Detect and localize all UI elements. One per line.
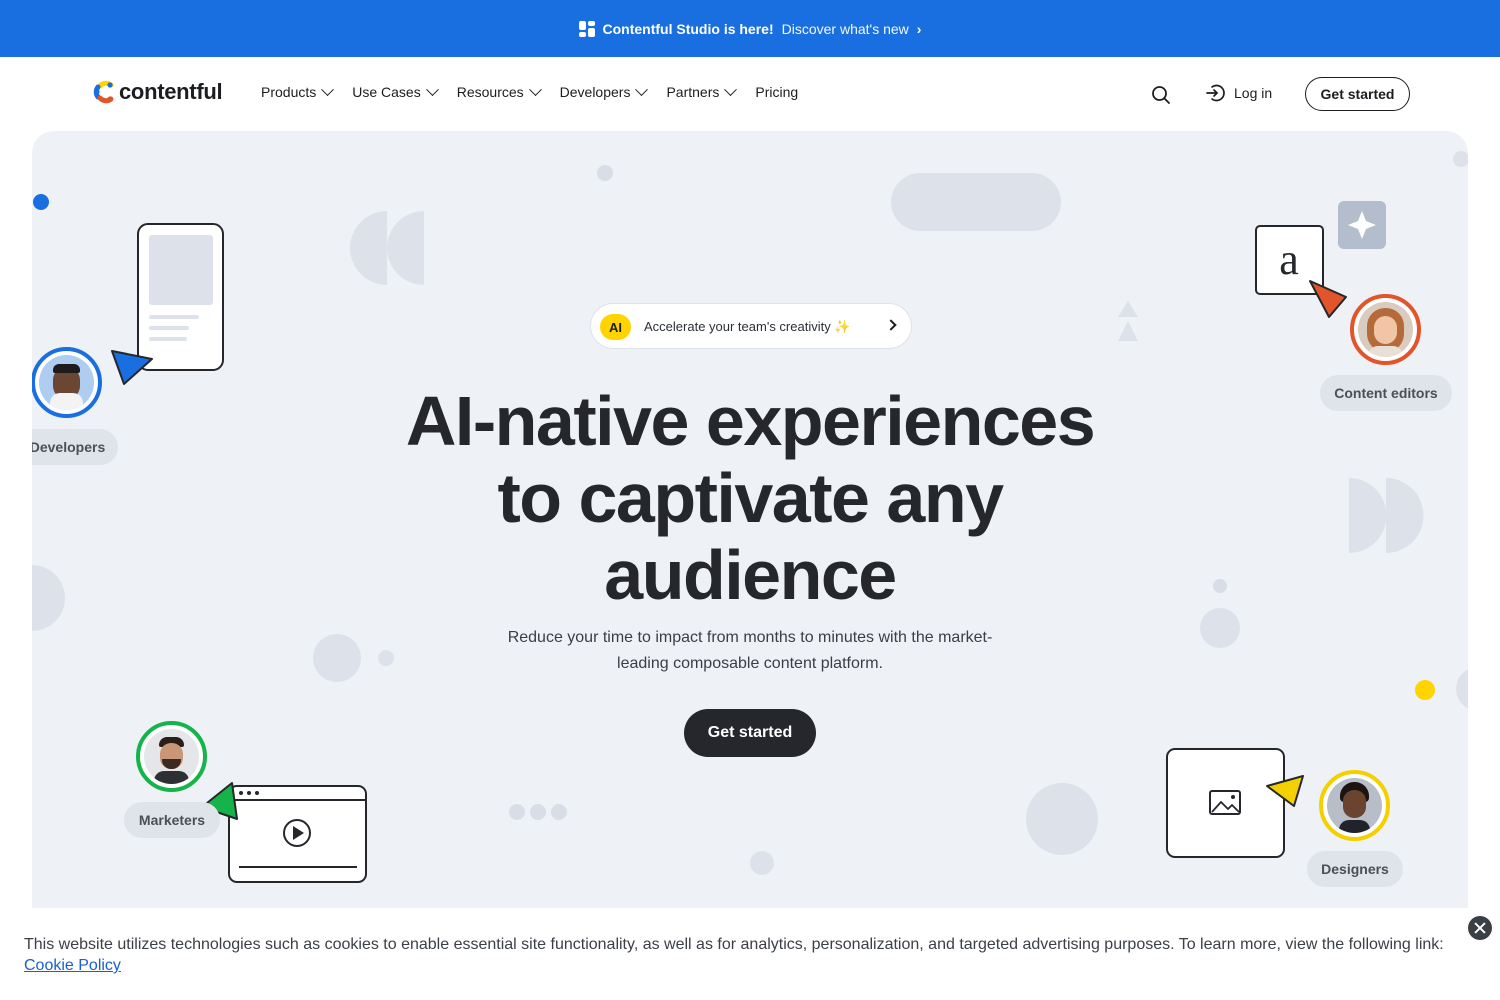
nav-partners[interactable]: Partners xyxy=(666,82,738,100)
headline-line: to captivate any xyxy=(497,459,1004,537)
role-chip-developers: Developers xyxy=(32,429,118,465)
marketer-avatar xyxy=(136,721,207,792)
announcement-bar[interactable]: Contentful Studio is here! Discover what… xyxy=(0,0,1500,57)
headline-line: AI-native experiences xyxy=(405,382,1096,460)
nav-use-cases[interactable]: Use Cases xyxy=(352,82,439,100)
logo[interactable]: contentful xyxy=(91,79,223,105)
nav-links: Products Use Cases Resources Developers … xyxy=(261,82,798,100)
designer-avatar xyxy=(1319,770,1390,841)
role-chip-content-editors: Content editors xyxy=(1320,375,1452,411)
get-started-hero-button[interactable]: Get started xyxy=(684,709,816,757)
role-chip-marketers: Marketers xyxy=(124,802,220,838)
ai-pill-label: Accelerate your team's creativity xyxy=(644,319,831,334)
headline-line: audience xyxy=(604,536,897,614)
hero-headline: AI-native experiences to captivate any a… xyxy=(350,383,1150,614)
chevron-right-icon: › xyxy=(916,20,922,37)
role-chip-designers: Designers xyxy=(1307,851,1403,887)
contentful-logo-icon xyxy=(93,80,114,104)
search-icon[interactable] xyxy=(1150,84,1172,106)
subtext-line: leading composable content platform. xyxy=(617,655,883,672)
hero-section: a Developers Content editors Marketers D… xyxy=(32,131,1468,908)
chevron-down-icon xyxy=(528,82,542,96)
nav-label: Resources xyxy=(456,84,524,100)
nav-label: Developers xyxy=(559,84,631,100)
nav-label: Use Cases xyxy=(352,84,421,100)
cookie-policy-link[interactable]: Cookie Policy xyxy=(24,957,121,974)
ai-announcement-pill[interactable]: AI Accelerate your team's creativity ✨ xyxy=(590,303,912,349)
hero-subtext: Reduce your time to impact from months t… xyxy=(475,625,1025,677)
login-label: Log in xyxy=(1234,85,1273,101)
nav-label: Partners xyxy=(666,84,720,100)
ai-badge: AI xyxy=(600,314,631,340)
nav-label: Pricing xyxy=(755,84,799,100)
subtext-line: Reduce your time to impact from months t… xyxy=(507,629,993,646)
close-icon[interactable] xyxy=(1468,916,1492,940)
announcement-title: Contentful Studio is here! xyxy=(602,20,774,37)
chevron-down-icon xyxy=(635,82,649,96)
sparkle-icon: ✨ xyxy=(834,319,851,334)
developer-avatar xyxy=(32,347,102,418)
chevron-down-icon xyxy=(321,82,335,96)
nav-resources[interactable]: Resources xyxy=(456,82,542,100)
phone-card-illustration xyxy=(137,223,224,371)
chevron-down-icon xyxy=(724,82,738,96)
ai-pill-text: Accelerate your team's creativity ✨ xyxy=(644,319,851,335)
login-link[interactable]: Log in xyxy=(1205,83,1272,103)
chevron-right-icon xyxy=(885,319,897,331)
announcement-link[interactable]: Discover what's new xyxy=(782,21,909,37)
cookie-message: This website utilizes technologies such … xyxy=(24,936,1444,953)
cookie-text: This website utilizes technologies such … xyxy=(24,934,1454,976)
nav-products[interactable]: Products xyxy=(261,82,335,100)
content-editor-avatar xyxy=(1350,294,1421,365)
logo-wordmark: contentful xyxy=(119,79,223,104)
get-started-nav-button[interactable]: Get started xyxy=(1305,77,1410,111)
chevron-down-icon xyxy=(425,82,439,96)
studio-icon xyxy=(578,20,595,37)
nav-label: Products xyxy=(261,84,317,100)
svg-text:a: a xyxy=(1279,235,1299,284)
cookie-banner: This website utilizes technologies such … xyxy=(0,908,1500,1000)
top-navigation: contentful Products Use Cases Resources … xyxy=(0,57,1500,131)
nav-developers[interactable]: Developers xyxy=(559,82,649,100)
login-icon xyxy=(1206,84,1225,102)
nav-pricing[interactable]: Pricing xyxy=(755,84,798,100)
